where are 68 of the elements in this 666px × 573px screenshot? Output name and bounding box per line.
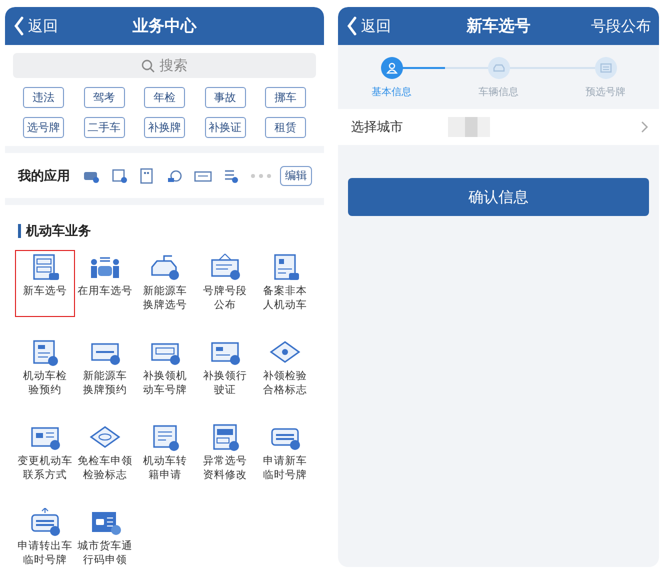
service-item[interactable]: 号牌号段 公布 [195,250,255,317]
service-item[interactable]: 补换领机 动车号牌 [135,335,195,402]
service-label: 异常选号 资料修改 [203,454,247,482]
service-item[interactable]: 机动车检 验预约 [15,335,75,402]
service-item[interactable]: 新车选号 [15,250,75,317]
category-tag[interactable]: 补换证 [204,117,246,138]
step-label: 基本信息 [372,86,412,99]
category-tag[interactable]: 年检 [144,87,185,108]
document-icon[interactable] [110,168,128,184]
service-item[interactable]: 补领检验 合格标志 [255,335,315,402]
service-item[interactable]: 城市货车通 行码申领 [75,505,135,572]
service-item[interactable]: 异常选号 资料修改 [195,420,255,487]
back-chevron-icon [13,16,25,36]
service-label: 号牌号段 公布 [203,284,247,312]
service-label: 城市货车通 行码申领 [78,539,132,567]
city-select-row[interactable]: 选择城市 [338,109,659,145]
service-item[interactable]: 变更机动车 联系方式 [15,420,75,487]
blurred-value [448,117,490,137]
service-label: 新车选号 [23,284,67,298]
header-link[interactable]: 号段公布 [591,16,651,36]
service-label: 变更机动车 联系方式 [18,454,72,482]
service-label: 补换领行 驶证 [203,369,247,397]
service-item[interactable]: 备案非本 人机动车 [255,250,315,317]
category-tag[interactable]: 补换牌 [144,117,185,138]
service-label: 备案非本 人机动车 [263,284,307,312]
service-item[interactable]: 免检车申领 检验标志 [75,420,135,487]
edit-button[interactable]: 编辑 [280,166,312,186]
service-label: 新能源车 换牌选号 [143,284,187,312]
category-tag[interactable]: 事故 [204,87,246,108]
step-label: 预选号牌 [586,86,626,99]
service-item[interactable]: 在用车选号 [75,250,135,317]
list-icon[interactable] [222,168,240,184]
search-field[interactable]: 搜索 [13,53,316,78]
more-dots-icon [250,172,272,180]
confirm-button[interactable]: 确认信息 [348,178,649,216]
service-label: 补领检验 合格标志 [263,369,307,397]
service-item[interactable]: 机动车转 籍申请 [135,420,195,487]
category-tag[interactable]: 违法 [23,87,64,108]
step-label: 车辆信息 [478,86,518,99]
service-item[interactable]: 补换领行 驶证 [195,335,255,402]
service-label: 补换领机 动车号牌 [143,369,187,397]
section-title: 我的应用 [18,168,70,184]
back-button[interactable]: 返回 [346,16,391,36]
category-tag[interactable]: 驾考 [84,87,124,108]
category-tag[interactable]: 二手车 [84,117,124,138]
person-icon [386,62,398,74]
category-tag[interactable]: 挪车 [265,87,306,108]
page-title: 新车选号 [466,16,530,36]
service-label: 申请转出车 临时号牌 [18,539,72,567]
page-title: 业务中心 [132,16,196,36]
plate-icon [600,62,612,74]
service-item[interactable]: 申请新车 临时号牌 [255,420,315,487]
service-label: 免检车申领 检验标志 [78,454,132,482]
search-icon [141,59,155,73]
service-label: 机动车检 验预约 [23,369,67,397]
back-chevron-icon [346,16,358,36]
service-label: 新能源车 换牌预约 [83,369,127,397]
service-item[interactable]: 申请转出车 临时号牌 [15,505,75,572]
category-tag[interactable]: 租赁 [265,117,306,138]
service-label: 机动车转 籍申请 [143,454,187,482]
service-label: 申请新车 临时号牌 [263,454,307,482]
section-title: 机动车业务 [26,222,91,240]
category-tag[interactable]: 选号牌 [23,117,64,138]
chevron-right-icon [640,121,649,133]
service-item[interactable]: 新能源车 换牌选号 [135,250,195,317]
back-button[interactable]: 返回 [13,16,58,36]
service-label: 在用车选号 [78,284,132,298]
service-item[interactable]: 新能源车 换牌预约 [75,335,135,402]
